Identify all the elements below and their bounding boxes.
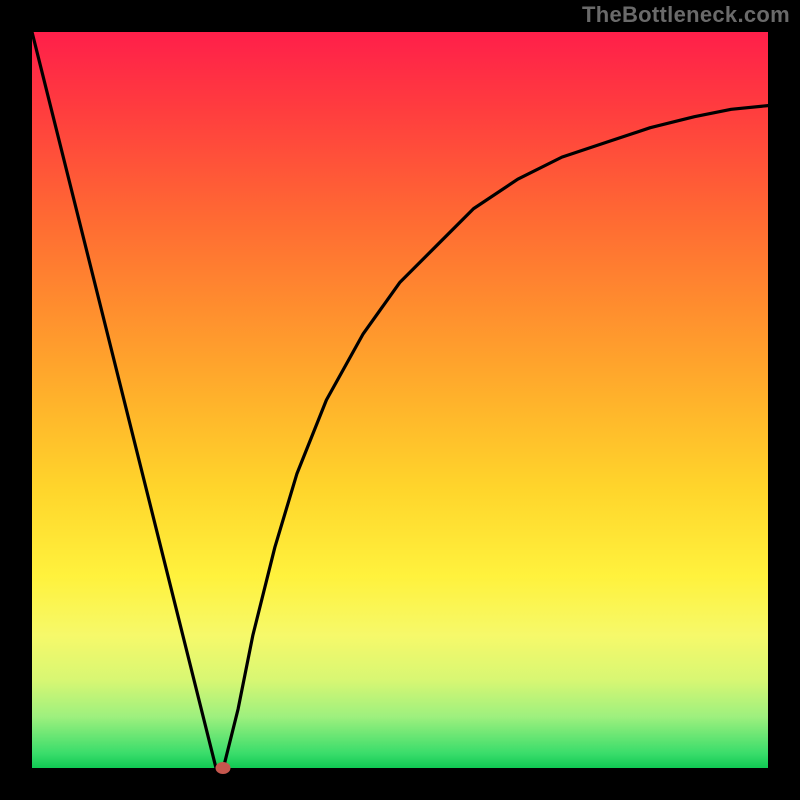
plot-area xyxy=(32,32,768,768)
bottleneck-curve-path xyxy=(32,32,768,768)
optimal-point-marker xyxy=(216,762,231,774)
curve-svg xyxy=(32,32,768,768)
chart-frame: TheBottleneck.com xyxy=(0,0,800,800)
watermark-text: TheBottleneck.com xyxy=(582,2,790,28)
